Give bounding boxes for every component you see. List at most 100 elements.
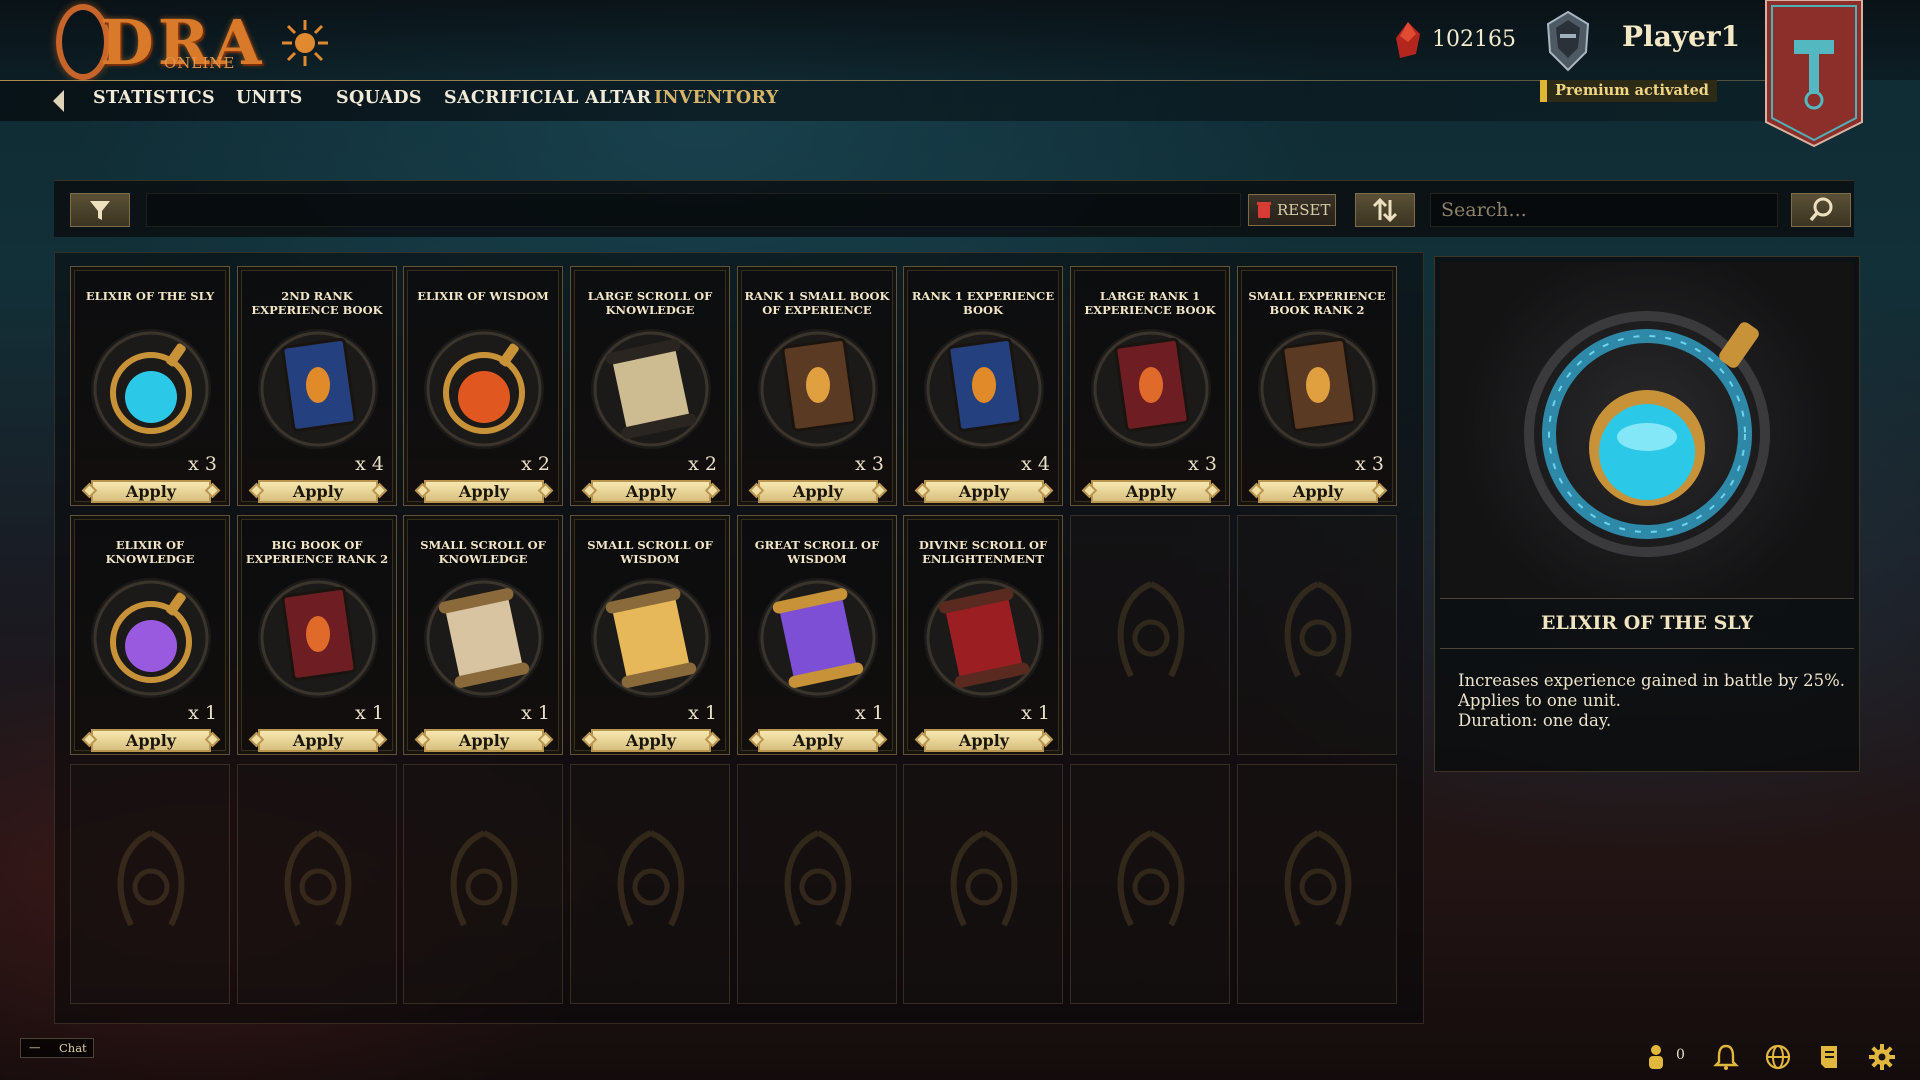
apply-button[interactable]: Apply <box>758 480 878 503</box>
settings-gear-icon[interactable] <box>1868 1043 1896 1071</box>
inventory-slot[interactable]: DIVINE SCROLL OF ENLIGHTENMENT x 1 Apply <box>903 515 1063 755</box>
search-input[interactable] <box>1430 193 1778 227</box>
chat-minimize-icon[interactable]: — <box>29 1040 41 1054</box>
empty-inventory-slot <box>1237 515 1397 755</box>
apply-button[interactable]: Apply <box>91 480 211 503</box>
currency-amount: 102165 <box>1432 27 1516 52</box>
tab-inventory[interactable]: INVENTORY <box>654 88 779 108</box>
empty-inventory-slot <box>737 764 897 1004</box>
bell-icon[interactable] <box>1712 1043 1740 1071</box>
funnel-icon <box>90 201 110 220</box>
nav-divider <box>0 80 1780 81</box>
apply-button[interactable]: Apply <box>91 729 211 752</box>
empty-inventory-slot <box>903 764 1063 1004</box>
detail-divider-bottom <box>1440 648 1854 649</box>
apply-button[interactable]: Apply <box>258 729 378 752</box>
inventory-slot[interactable]: GREAT SCROLL OF WISDOM x 1 Apply <box>737 515 897 755</box>
item-quantity: x 1 <box>855 702 884 724</box>
sun-emblem-icon <box>282 20 328 66</box>
item-quantity: x 3 <box>1188 453 1217 475</box>
tab-squads[interactable]: SQUADS <box>336 88 422 108</box>
premium-status-badge: Premium activated <box>1540 80 1717 102</box>
crystal-currency-icon <box>1396 22 1420 58</box>
description-line: Increases experience gained in battle by… <box>1458 671 1846 690</box>
scroll-gold-icon <box>591 578 711 698</box>
inventory-slot[interactable]: RANK 1 EXPERIENCE BOOK x 4 Apply <box>903 266 1063 506</box>
apply-button[interactable]: Apply <box>591 480 711 503</box>
book-red-icon <box>258 578 378 698</box>
search-icon <box>1809 197 1833 222</box>
logo-subtitle: ONLINE <box>164 54 236 72</box>
inventory-slot[interactable]: BIG BOOK OF EXPERIENCE RANK 2 x 1 Apply <box>237 515 397 755</box>
player-name[interactable]: Player1 <box>1622 20 1740 53</box>
description-line: Duration: one day. <box>1458 711 1612 730</box>
inventory-slot[interactable]: SMALL SCROLL OF WISDOM x 1 Apply <box>570 515 730 755</box>
back-arrow-icon[interactable] <box>50 88 66 114</box>
item-quantity: x 2 <box>521 453 550 475</box>
apply-button[interactable]: Apply <box>424 729 544 752</box>
detail-divider-top <box>1440 598 1854 599</box>
scroll-parchment-icon <box>424 578 544 698</box>
apply-button[interactable]: Apply <box>1258 480 1378 503</box>
empty-slot-emblem-icon <box>1117 830 1185 927</box>
item-quantity: x 2 <box>688 453 717 475</box>
item-name: ELIXIR OF WISDOM <box>417 289 549 303</box>
apply-button[interactable]: Apply <box>758 729 878 752</box>
search-button[interactable] <box>1791 193 1851 227</box>
online-players-icon[interactable] <box>1642 1043 1670 1071</box>
scroll-large-icon <box>591 329 711 449</box>
empty-slot-emblem-icon <box>1284 830 1352 927</box>
apply-button[interactable]: Apply <box>924 729 1044 752</box>
item-quantity: x 1 <box>355 702 384 724</box>
inventory-slot[interactable]: ELIXIR OF KNOWLEDGE x 1 Apply <box>70 515 230 755</box>
sort-button[interactable] <box>1355 193 1415 227</box>
empty-slot-emblem-icon <box>950 830 1018 927</box>
empty-inventory-slot <box>70 764 230 1004</box>
active-filters-field[interactable] <box>146 193 1241 227</box>
book-blue-icon <box>924 329 1044 449</box>
inventory-slot[interactable]: ELIXIR OF WISDOM x 2 Apply <box>403 266 563 506</box>
book-brown-icon <box>758 329 878 449</box>
item-quantity: x 1 <box>188 702 217 724</box>
item-name: GREAT SCROLL OF WISDOM <box>754 538 880 566</box>
tab-sacrificial-altar[interactable]: SACRIFICIAL ALTAR <box>444 88 651 108</box>
tab-statistics[interactable]: STATISTICS <box>93 88 215 108</box>
filter-button[interactable] <box>70 193 130 227</box>
apply-button[interactable]: Apply <box>424 480 544 503</box>
apply-button[interactable]: Apply <box>924 480 1044 503</box>
item-quantity: x 1 <box>1021 702 1050 724</box>
item-name: RANK 1 SMALL BOOK OF EXPERIENCE <box>744 289 890 317</box>
scroll-purple-icon <box>758 578 878 698</box>
inventory-slot[interactable]: LARGE RANK 1 EXPERIENCE BOOK x 3 Apply <box>1070 266 1230 506</box>
tab-units[interactable]: UNITS <box>236 88 303 108</box>
apply-button[interactable]: Apply <box>1091 480 1211 503</box>
sort-arrows-icon <box>1372 197 1398 223</box>
inventory-slot[interactable]: ELIXIR OF THE SLY x 3 Apply <box>70 266 230 506</box>
item-name: SMALL SCROLL OF KNOWLEDGE <box>420 538 546 566</box>
player-helmet-avatar-icon[interactable] <box>1540 8 1596 74</box>
reset-button[interactable]: RESET <box>1248 194 1336 226</box>
empty-slot-emblem-icon <box>1117 581 1185 678</box>
elixir-blue-icon <box>1524 311 1770 557</box>
item-name: LARGE RANK 1 EXPERIENCE BOOK <box>1084 289 1216 317</box>
empty-slot-emblem-icon <box>617 830 685 927</box>
inventory-slot[interactable]: RANK 1 SMALL BOOK OF EXPERIENCE x 3 Apply <box>737 266 897 506</box>
apply-button[interactable]: Apply <box>591 729 711 752</box>
inventory-slot[interactable]: SMALL SCROLL OF KNOWLEDGE x 1 Apply <box>403 515 563 755</box>
item-name: BIG BOOK OF EXPERIENCE RANK 2 <box>245 538 389 566</box>
globe-icon[interactable] <box>1764 1043 1792 1071</box>
inventory-slot[interactable]: SMALL EXPERIENCE BOOK RANK 2 x 3 Apply <box>1237 266 1397 506</box>
inventory-slot[interactable]: 2ND RANK EXPERIENCE BOOK x 4 Apply <box>237 266 397 506</box>
item-name: SMALL SCROLL OF WISDOM <box>587 538 713 566</box>
chat-button[interactable]: — Chat <box>20 1038 94 1058</box>
item-detail-title: ELIXIR OF THE SLY <box>1540 612 1754 634</box>
item-detail-image <box>1440 262 1854 598</box>
item-name: RANK 1 EXPERIENCE BOOK <box>911 289 1055 317</box>
inventory-slot[interactable]: LARGE SCROLL OF KNOWLEDGE x 2 Apply <box>570 266 730 506</box>
apply-button[interactable]: Apply <box>258 480 378 503</box>
empty-slot-emblem-icon <box>284 830 352 927</box>
item-name: 2ND RANK EXPERIENCE BOOK <box>251 289 383 317</box>
quest-log-icon[interactable] <box>1816 1043 1844 1071</box>
empty-inventory-slot <box>570 764 730 1004</box>
faction-banner-hammer-icon[interactable] <box>1764 0 1864 148</box>
